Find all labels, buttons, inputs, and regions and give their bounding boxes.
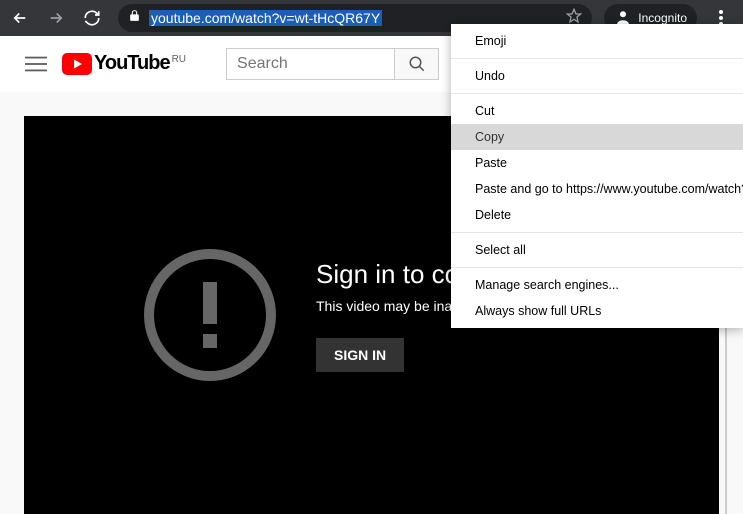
youtube-logo-text: YouTube: [94, 52, 170, 75]
search-input[interactable]: [226, 48, 395, 80]
menu-paste-go[interactable]: Paste and go to https://www.youtube.com/…: [451, 176, 743, 202]
youtube-region: RU: [172, 54, 186, 65]
menu-separator: [451, 93, 743, 94]
menu-copy[interactable]: Copy: [451, 124, 743, 150]
menu-undo[interactable]: Undo: [451, 63, 743, 89]
search-button[interactable]: [395, 48, 439, 80]
menu-cut[interactable]: Cut: [451, 98, 743, 124]
back-button[interactable]: [6, 4, 34, 32]
search-form: [226, 48, 439, 80]
menu-separator: [451, 267, 743, 268]
menu-delete[interactable]: Delete: [451, 202, 743, 228]
menu-separator: [451, 58, 743, 59]
menu-emoji[interactable]: Emoji: [451, 28, 743, 54]
menu-paste[interactable]: Paste: [451, 150, 743, 176]
forward-button[interactable]: [42, 4, 70, 32]
menu-select-all[interactable]: Select all: [451, 237, 743, 263]
menu-show-urls[interactable]: Always show full URLs: [451, 298, 743, 324]
context-menu: Emoji Undo Cut Copy Paste Paste and go t…: [451, 24, 743, 328]
incognito-label: Incognito: [638, 11, 687, 25]
lock-icon: [128, 9, 141, 27]
youtube-logo[interactable]: YouTube RU: [62, 52, 186, 75]
hamburger-menu[interactable]: [16, 44, 56, 84]
menu-separator: [451, 232, 743, 233]
warning-icon: [144, 249, 276, 381]
reload-button[interactable]: [78, 4, 106, 32]
sign-in-button[interactable]: SIGN IN: [316, 338, 404, 372]
menu-manage-search[interactable]: Manage search engines...: [451, 272, 743, 298]
url-text: youtube.com/watch?v=wt-tHcQR67Y: [149, 10, 382, 26]
